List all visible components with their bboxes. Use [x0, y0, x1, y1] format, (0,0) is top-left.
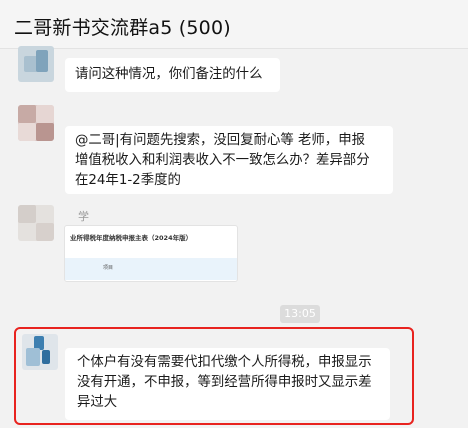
message-text: @二哥|有问题先搜索，没回复耐心等 老师，申报 — [75, 133, 365, 148]
timestamp-badge: 13:05 — [280, 305, 320, 323]
attachment-table-header — [65, 258, 237, 280]
attachment-title: 业所得税年度纳税申报主表（2024年版） — [70, 234, 193, 242]
message-text: 异过大 — [77, 395, 118, 410]
file-attachment-card[interactable]: 业所得税年度纳税申报主表（2024年版） 项目 — [64, 225, 238, 282]
message-text: 个体户有没有需要代扣代缴个人所得税，申报显示 — [77, 355, 372, 370]
avatar[interactable] — [18, 46, 54, 82]
avatar[interactable] — [18, 205, 54, 241]
message-text: 增值税收入和利润表收入不一致怎么办？差异部分 — [75, 153, 370, 168]
avatar[interactable] — [18, 105, 54, 141]
message-text: 没有开通，不申报，等到经营所得申报时又显示差 — [77, 375, 372, 390]
message-text: 在24年1-2季度的 — [75, 173, 181, 188]
attachment-cell-text: 项目 — [103, 265, 114, 271]
sender-name: 学 — [78, 210, 89, 223]
message-text: 请问这种情况，你们备注的什么 — [75, 67, 263, 82]
chat-header: 二哥新书交流群a5 (500) — [0, 0, 468, 49]
message-bubble[interactable]: 个体户有没有需要代扣代缴个人所得税，申报显示 没有开通，不申报，等到经营所得申报… — [65, 348, 390, 420]
chat-title[interactable]: 二哥新书交流群a5 (500) — [14, 13, 231, 40]
avatar[interactable] — [22, 334, 58, 370]
message-bubble[interactable]: @二哥|有问题先搜索，没回复耐心等 老师，申报 增值税收入和利润表收入不一致怎么… — [65, 126, 393, 194]
message-bubble[interactable]: 请问这种情况，你们备注的什么 — [65, 58, 280, 92]
